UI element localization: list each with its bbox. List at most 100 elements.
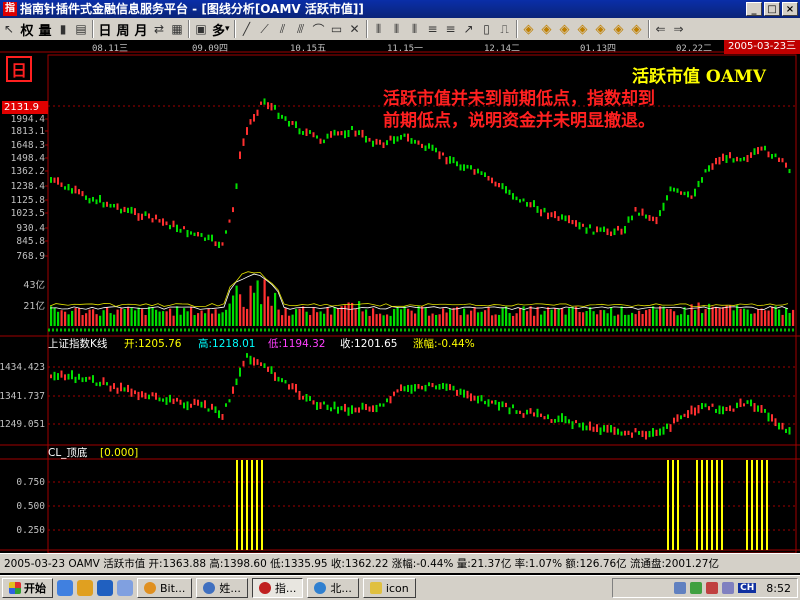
parallel-tool-icon[interactable]: ⫻ [292, 20, 310, 38]
index-candle [491, 400, 493, 404]
price-candle [155, 214, 157, 220]
volume-bar [757, 309, 760, 326]
ray-tool-icon[interactable]: ⟋ [256, 20, 274, 38]
task-name-app[interactable]: 姓... [196, 578, 248, 598]
diamond-icon[interactable]: ◈ [556, 20, 574, 38]
price-candle [218, 241, 220, 248]
period-day-icon[interactable]: 日 [6, 56, 32, 82]
index-candle [204, 400, 206, 409]
diamond-icon[interactable]: ◈ [520, 20, 538, 38]
fib-lines-icon[interactable]: ⦀ [388, 20, 406, 38]
index-candle [729, 405, 731, 412]
arc-tool-icon[interactable]: ⌒ [310, 20, 328, 38]
erase-tool-icon[interactable]: ⎍ [496, 20, 514, 38]
percent-lines-icon[interactable]: ≡ [424, 20, 442, 38]
diamond-icon[interactable]: ◈ [610, 20, 628, 38]
index-candle [354, 407, 357, 413]
separator [515, 20, 518, 38]
task-beijing[interactable]: 北... [307, 578, 359, 598]
gann-tool-icon[interactable]: ✕ [346, 20, 364, 38]
index-candle [179, 399, 182, 405]
price-candle [127, 207, 129, 213]
start-button[interactable]: 开始 [2, 578, 53, 598]
index-candle [260, 362, 262, 367]
volume-bar [246, 308, 249, 326]
price-candle [326, 133, 329, 139]
volume-bar [197, 313, 200, 326]
price-candle [249, 119, 252, 125]
close-button[interactable]: × [782, 2, 798, 16]
volume-bar [116, 309, 119, 326]
index-candle [540, 413, 542, 417]
volume-bar-icon[interactable]: ▮ [54, 20, 72, 38]
task-compass[interactable]: 指... [251, 578, 304, 598]
folder-icon[interactable] [77, 580, 93, 596]
ie-icon[interactable] [97, 580, 113, 596]
price-candle [540, 209, 542, 217]
separator [92, 20, 94, 38]
volume-bar [729, 304, 732, 326]
volume-bar [655, 309, 658, 326]
network-icon[interactable] [117, 580, 133, 596]
app-icon[interactable]: 指 [3, 2, 17, 16]
index-candle [694, 407, 696, 416]
bittorrent-icon [144, 582, 156, 594]
golden-lines-icon[interactable]: ⦀ [406, 20, 424, 38]
cursor-icon[interactable]: ↖ [0, 20, 18, 38]
volume-bar [764, 310, 767, 326]
compare-icon[interactable]: ⇄ [150, 20, 168, 38]
tray-icon[interactable] [722, 582, 735, 594]
maximize-button[interactable]: □ [764, 2, 780, 16]
task-icon-folder[interactable]: icon [362, 578, 416, 598]
cycle-lines-icon[interactable]: ⦀ [370, 20, 388, 38]
rect-tool-icon[interactable]: ▭ [328, 20, 346, 38]
index-candle [67, 373, 70, 380]
diamond-icon[interactable]: ◈ [538, 20, 556, 38]
rights-button[interactable]: 权 [18, 20, 36, 39]
price-candle [242, 138, 245, 146]
tray-icon[interactable] [690, 582, 703, 594]
diamond-icon[interactable]: ◈ [592, 20, 610, 38]
period-week-button[interactable]: 周 [114, 20, 132, 39]
volume-button[interactable]: 量 [36, 20, 54, 39]
volume-bar [722, 307, 725, 326]
volume-bar [169, 308, 172, 326]
volume-bar [508, 313, 511, 326]
price-candle [627, 216, 630, 223]
minimize-button[interactable]: _ [746, 2, 762, 16]
multi-window-button[interactable]: 多 ▾ [210, 20, 232, 39]
index-candle [207, 408, 210, 412]
price-candle [687, 191, 689, 198]
index-candle [186, 401, 189, 411]
back-icon[interactable]: ⇐ [652, 20, 670, 38]
tray-icon[interactable] [674, 582, 687, 594]
task-bittorrent[interactable]: Bit... [137, 578, 193, 598]
period-month-button[interactable]: 月 [132, 20, 150, 39]
tray-icon[interactable] [706, 582, 719, 594]
volume-bar [221, 312, 224, 326]
layout-icon[interactable]: ▣ [192, 20, 210, 38]
channel-tool-icon[interactable]: ⫽ [274, 20, 292, 38]
desktop-icon[interactable] [57, 580, 73, 596]
arrow-tool-icon[interactable]: ↗ [460, 20, 478, 38]
price-badge: 2131.9 [2, 101, 48, 114]
language-indicator[interactable]: CH [738, 583, 757, 593]
price-candle [522, 198, 525, 202]
text-tool-icon[interactable]: ▯ [478, 20, 496, 38]
index-change: 涨幅:-0.44% [413, 337, 475, 350]
chart-grid-icon[interactable]: ▦ [168, 20, 186, 38]
line-tool-icon[interactable]: ╱ [238, 20, 256, 38]
diamond-icon[interactable]: ◈ [628, 20, 646, 38]
volume-bar [253, 292, 256, 326]
forward-icon[interactable]: ⇒ [670, 20, 688, 38]
diamond-icon[interactable]: ◈ [574, 20, 592, 38]
volume-bar [351, 302, 354, 326]
period-day-button[interactable]: 日 [96, 20, 114, 39]
speed-lines-icon[interactable]: ≡ [442, 20, 460, 38]
index-candle [438, 383, 441, 390]
index-candle [281, 378, 283, 383]
indicator-icon[interactable]: ▤ [72, 20, 90, 38]
app-icon [203, 582, 216, 594]
index-candle [155, 392, 157, 400]
price-candle [207, 234, 210, 241]
